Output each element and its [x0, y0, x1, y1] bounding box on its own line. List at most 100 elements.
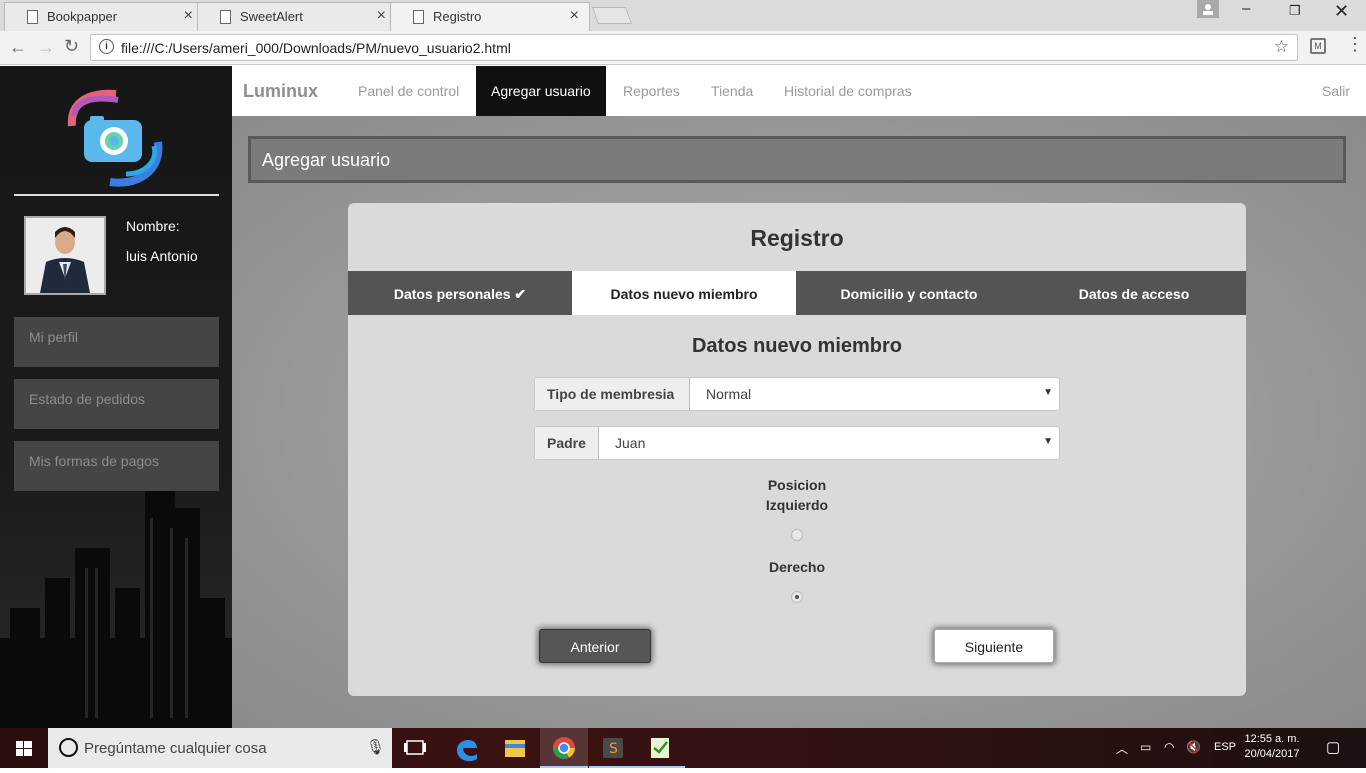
- taskbar-sublime[interactable]: S: [589, 728, 637, 768]
- page-icon: [27, 10, 38, 24]
- siguiente-button[interactable]: Siguiente: [934, 629, 1054, 663]
- taskbar-file-explorer[interactable]: [491, 728, 539, 768]
- sidebar-item-formas-pagos[interactable]: Mis formas de pagos: [14, 441, 219, 491]
- nav-reportes[interactable]: Reportes: [623, 66, 680, 116]
- anterior-button[interactable]: Anterior: [539, 629, 651, 663]
- parent-select[interactable]: Juan ▼: [599, 427, 1059, 459]
- taskbar-notepad[interactable]: [637, 728, 685, 768]
- nav-tienda[interactable]: Tienda: [711, 66, 753, 116]
- search-placeholder: Pregúntame cualquier cosa: [84, 740, 267, 757]
- sublime-icon: S: [603, 738, 623, 758]
- position-label: Posicion: [767, 477, 827, 493]
- chrome-icon: [553, 737, 575, 759]
- taskbar-search[interactable]: Pregúntame cualquier cosa 🎙: [48, 728, 392, 768]
- browser-toolbar: ← → ↻ i file:///C:/Users/ameri_000/Downl…: [0, 31, 1366, 65]
- close-icon[interactable]: ×: [184, 7, 193, 25]
- url-text[interactable]: file:///C:/Users/ameri_000/Downloads/PM/…: [121, 40, 511, 56]
- city-skyline-background: [0, 488, 232, 728]
- chevron-down-icon: ▼: [1043, 387, 1053, 398]
- wifi-icon[interactable]: ◠: [1164, 740, 1174, 754]
- forward-icon[interactable]: →: [37, 37, 55, 58]
- radio-derecho[interactable]: [791, 591, 803, 603]
- edge-icon: [457, 739, 477, 762]
- left-option-label: Izquierdo: [765, 497, 829, 513]
- microphone-icon[interactable]: 🎙: [366, 738, 385, 756]
- cortana-icon: [59, 738, 78, 757]
- step-domicilio-contacto[interactable]: Domicilio y contacto: [797, 271, 1021, 315]
- volume-muted-icon[interactable]: 🔇: [1186, 740, 1201, 754]
- radio-izquierdo[interactable]: [791, 529, 803, 541]
- minimize-icon[interactable]: –: [1242, 0, 1250, 17]
- browser-tab[interactable]: SweetAlert ×: [197, 2, 397, 31]
- close-window-icon[interactable]: ✕: [1334, 1, 1349, 22]
- profile-photo: [26, 218, 104, 293]
- section-title: Datos nuevo miembro: [691, 335, 903, 357]
- language-indicator[interactable]: ESP: [1214, 741, 1236, 753]
- chevron-down-icon: ▼: [1043, 436, 1053, 447]
- step-datos-nuevo-miembro[interactable]: Datos nuevo miembro: [572, 271, 796, 315]
- new-tab-button[interactable]: [591, 7, 633, 24]
- sidebar-item-mi-perfil[interactable]: Mi perfil: [14, 317, 219, 367]
- restore-icon[interactable]: ❐: [1289, 3, 1301, 19]
- nav-agregar-usuario[interactable]: Agregar usuario: [476, 66, 606, 116]
- browser-tab-active[interactable]: Registro ×: [390, 2, 590, 31]
- sidebar: Nombre: luis Antonio Mi perfil Estado de…: [0, 66, 232, 728]
- registration-card: Registro Datos personales ✔ Datos nuevo …: [348, 203, 1246, 696]
- membership-label: Tipo de membresia: [535, 378, 690, 410]
- step-datos-personales[interactable]: Datos personales ✔: [348, 271, 572, 315]
- parent-select-group: Padre Juan ▼: [534, 426, 1060, 460]
- clock-date: 20/04/2017: [1244, 748, 1300, 760]
- membership-value: Normal: [706, 386, 752, 402]
- wizard-steps: Datos personales ✔ Datos nuevo miembro D…: [348, 271, 1246, 315]
- parent-label: Padre: [535, 427, 599, 459]
- membership-select[interactable]: Normal ▼: [690, 378, 1059, 410]
- card-title: Registro: [750, 225, 844, 251]
- parent-value: Juan: [615, 435, 646, 451]
- taskbar-chrome[interactable]: [540, 728, 588, 768]
- browser-tab-title: Bookpapper: [47, 9, 118, 24]
- folder-icon: [505, 740, 525, 757]
- browser-tab-title: Registro: [433, 9, 482, 24]
- start-button[interactable]: [0, 728, 48, 768]
- bookmark-star-icon[interactable]: ☆: [1274, 37, 1289, 57]
- clock-time: 12:55 a. m.: [1244, 733, 1300, 745]
- back-icon[interactable]: ←: [9, 37, 27, 58]
- info-icon[interactable]: i: [99, 39, 114, 54]
- browser-tab[interactable]: Bookpapper ×: [4, 2, 204, 31]
- address-bar[interactable]: i file:///C:/Users/ameri_000/Downloads/P…: [90, 34, 1298, 61]
- battery-icon[interactable]: ▭: [1140, 740, 1151, 754]
- nav-panel-de-control[interactable]: Panel de control: [358, 66, 459, 116]
- task-view-button[interactable]: [392, 728, 440, 768]
- sidebar-item-estado-pedidos[interactable]: Estado de pedidos: [14, 379, 219, 429]
- menu-kebab-icon[interactable]: ⋮: [1346, 34, 1364, 55]
- step-datos-acceso[interactable]: Datos de acceso: [1022, 271, 1246, 315]
- profile-button[interactable]: [1197, 0, 1219, 18]
- notifications-icon[interactable]: ▢: [1326, 738, 1340, 756]
- brand-logo[interactable]: Luminux: [243, 81, 318, 102]
- close-icon[interactable]: ×: [570, 7, 579, 25]
- nav-historial-compras[interactable]: Historial de compras: [784, 66, 912, 116]
- clock[interactable]: 12:55 a. m. 20/04/2017: [1242, 732, 1302, 762]
- task-view-icon: [404, 740, 426, 755]
- taskbar-edge[interactable]: [443, 728, 491, 768]
- membership-select-group: Tipo de membresia Normal ▼: [534, 377, 1060, 411]
- page-header: Agregar usuario: [248, 136, 1346, 183]
- extension-icon[interactable]: M: [1310, 38, 1326, 54]
- avatar[interactable]: [24, 216, 106, 295]
- close-icon[interactable]: ×: [377, 7, 386, 25]
- user-name: luis Antonio: [126, 248, 198, 264]
- page-icon: [220, 10, 231, 24]
- main-content: Agregar usuario Registro Datos personale…: [232, 116, 1366, 728]
- nav-salir[interactable]: Salir: [1322, 66, 1350, 116]
- taskbar: Pregúntame cualquier cosa 🎙 S ︿ ▭ ◠ 🔇 ES…: [0, 728, 1366, 768]
- windows-icon: [16, 741, 32, 756]
- right-option-label: Derecho: [768, 559, 826, 575]
- chevron-up-icon[interactable]: ︿: [1116, 740, 1128, 757]
- reload-icon[interactable]: ↻: [64, 36, 79, 57]
- sidebar-divider: [14, 194, 219, 196]
- name-label: Nombre:: [126, 218, 180, 234]
- notepad-icon: [651, 738, 669, 758]
- user-icon: [1203, 4, 1213, 15]
- camera-logo: [67, 89, 163, 187]
- browser-tab-title: SweetAlert: [240, 9, 303, 24]
